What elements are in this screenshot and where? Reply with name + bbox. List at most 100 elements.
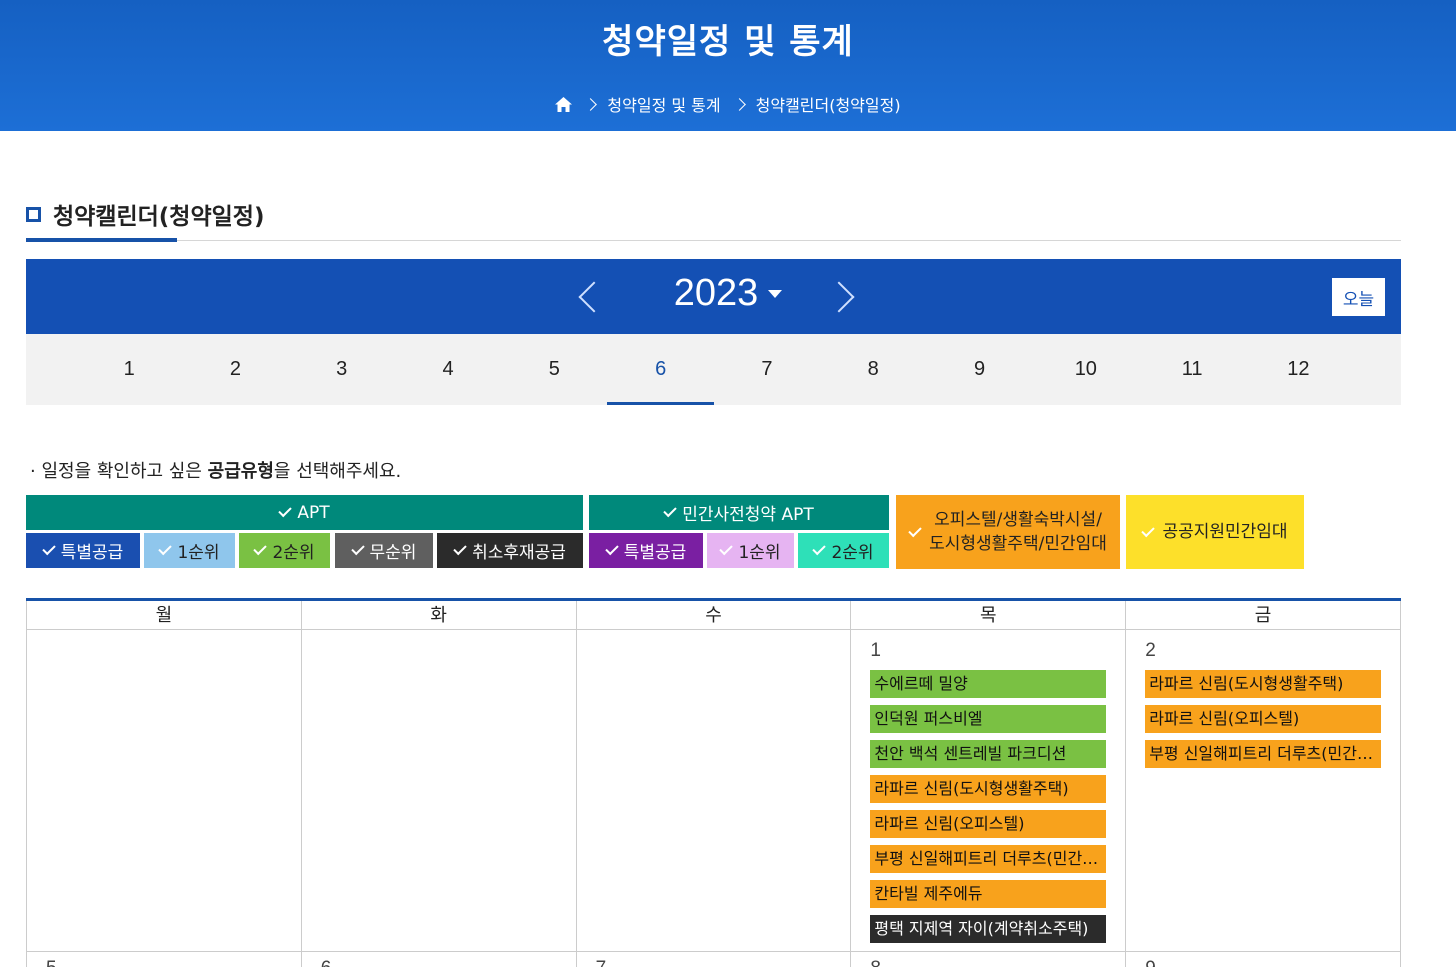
notice-text: · 일정을 확인하고 싶은 (30, 461, 208, 482)
event-item[interactable]: 라파르 신림(오피스텔) (1145, 705, 1382, 733)
filter-apt-cancel[interactable]: 취소후재공급 (437, 533, 583, 568)
filter-private-second[interactable]: 2순위 (798, 533, 889, 568)
check-icon (908, 523, 922, 537)
event-item[interactable]: 수에르떼 밀양 (870, 670, 1107, 698)
tab-month-8[interactable]: 8 (820, 334, 926, 405)
check-icon (42, 541, 56, 556)
day-number: 2 (1145, 640, 1156, 661)
caret-down-icon[interactable] (768, 290, 782, 298)
today-button[interactable]: 오늘 (1332, 278, 1385, 316)
tab-month-9[interactable]: 9 (926, 334, 1032, 405)
filter-private-special[interactable]: 특별공급 (589, 533, 703, 568)
filter-officetel[interactable]: 오피스텔/생활숙박시설/도시형생활주택/민간임대 (896, 495, 1120, 569)
filter-label: 2순위 (272, 543, 315, 563)
filter-label: 민간사전청약 APT (682, 505, 814, 525)
filter-private-all[interactable]: 민간사전청약 APT (589, 495, 889, 530)
weekday-fri: 금 (1125, 601, 1401, 629)
day-number: 7 (596, 958, 607, 967)
tab-month-6[interactable]: 6 (607, 334, 715, 405)
year-navigation: 2023 오늘 (26, 259, 1401, 334)
check-icon (812, 541, 827, 556)
weekday-header: 월 화 수 목 금 (26, 601, 1401, 630)
page-title: 청약일정 및 통계 (602, 22, 854, 62)
filter-label: 공공지원민간임대 (1162, 522, 1288, 542)
tab-month-4[interactable]: 4 (395, 334, 501, 405)
filter-public-rental[interactable]: 공공지원민간임대 (1126, 495, 1304, 569)
day-number: 8 (870, 958, 881, 967)
calendar-day: 8 (850, 952, 1125, 967)
notice-bold: 공급유형 (207, 461, 274, 482)
tab-month-5[interactable]: 5 (501, 334, 607, 405)
filter-apt-second[interactable]: 2순위 (239, 533, 330, 568)
event-item[interactable]: 부평 신일해피트리 더루츠(민간임대) (870, 845, 1107, 873)
breadcrumb-item[interactable]: 청약캘린더(청약일정) (756, 92, 901, 116)
chevron-left-icon[interactable] (578, 281, 610, 313)
weekday-tue: 화 (300, 601, 576, 629)
breadcrumb-item[interactable]: 청약일정 및 통계 (607, 92, 720, 116)
calendar-day: 6 (300, 952, 576, 967)
filter-label: 무순위 (369, 543, 417, 563)
filter-apt-none[interactable]: 무순위 (335, 533, 433, 568)
filter-apt-all[interactable]: APT (26, 495, 583, 530)
tab-month-1[interactable]: 1 (76, 334, 182, 405)
filter-label: 2순위 (831, 543, 874, 563)
event-list: 라파르 신림(도시형생활주택) 라파르 신림(오피스텔) 부평 신일해피트리 더… (1145, 670, 1382, 775)
filter-label-line1: 오피스텔/생활숙박시설/ (934, 510, 1102, 530)
calendar-week: 5 6 7 8 9 (26, 952, 1401, 967)
weekday-wed: 수 (575, 601, 851, 629)
event-item[interactable]: 라파르 신림(오피스텔) (870, 810, 1107, 838)
chevron-right-icon (732, 97, 746, 111)
check-icon (719, 541, 734, 556)
calendar-day: 1 수에르떼 밀양 인덕원 퍼스비엘 천안 백석 센트레빌 파크디션 라파르 신… (850, 630, 1125, 951)
filter-apt-special[interactable]: 특별공급 (26, 533, 140, 568)
event-item[interactable]: 칸타빌 제주에듀 (870, 880, 1107, 908)
tab-month-7[interactable]: 7 (714, 334, 820, 405)
section-heading: 청약캘린더(청약일정) (26, 197, 264, 231)
filter-apt-first[interactable]: 1순위 (144, 533, 235, 568)
tab-month-10[interactable]: 10 (1033, 334, 1139, 405)
weekday-mon: 월 (26, 601, 301, 629)
tab-month-3[interactable]: 3 (289, 334, 395, 405)
year-select[interactable]: 2023 (646, 272, 786, 315)
calendar-day: 5 (26, 952, 301, 967)
check-icon (350, 541, 365, 556)
filter-instruction: · 일정을 확인하고 싶은 공급유형을 선택해주세요. (30, 457, 401, 483)
tab-month-12[interactable]: 12 (1245, 334, 1351, 405)
divider-accent (26, 238, 177, 242)
home-icon[interactable] (555, 96, 573, 112)
filter-label-line2: 도시형생활주택/민간임대 (929, 534, 1107, 554)
check-icon (278, 503, 293, 518)
chevron-right-icon[interactable] (823, 281, 855, 313)
filter-label: 특별공급 (623, 543, 687, 563)
calendar-week: 1 수에르떼 밀양 인덕원 퍼스비엘 천안 백석 센트레빌 파크디션 라파르 신… (26, 630, 1401, 952)
event-item[interactable]: 라파르 신림(도시형생활주택) (1145, 670, 1382, 698)
calendar-day (300, 630, 576, 951)
event-item[interactable]: 천안 백석 센트레빌 파크디션 (870, 740, 1107, 768)
day-number: 6 (321, 958, 332, 967)
check-icon (1141, 523, 1156, 537)
day-number: 9 (1145, 958, 1156, 967)
check-icon (605, 541, 619, 556)
calendar-day (575, 630, 851, 951)
event-item[interactable]: 라파르 신림(도시형생활주택) (870, 775, 1107, 803)
event-item[interactable]: 인덕원 퍼스비엘 (870, 705, 1107, 733)
event-item[interactable]: 부평 신일해피트리 더루츠(민간임대) (1145, 740, 1382, 768)
month-tabs: 1 2 3 4 5 6 7 8 9 10 11 12 (26, 334, 1401, 405)
check-icon (453, 541, 467, 556)
filter-private-first[interactable]: 1순위 (707, 533, 794, 568)
check-icon (253, 541, 268, 556)
tab-month-2[interactable]: 2 (182, 334, 288, 405)
filter-label: 특별공급 (60, 543, 124, 563)
calendar-day: 7 (575, 952, 851, 967)
chevron-right-icon (584, 97, 598, 111)
event-item[interactable]: 평택 지제역 자이(계약취소주택) (870, 915, 1107, 943)
tab-month-11[interactable]: 11 (1139, 334, 1245, 405)
filter-label: APT (297, 502, 330, 523)
calendar-grid: 월 화 수 목 금 1 수에르떼 밀양 인덕원 퍼스비엘 천안 백석 센트레빌 … (26, 598, 1401, 967)
square-bullet-icon (26, 206, 41, 222)
event-list: 수에르떼 밀양 인덕원 퍼스비엘 천안 백석 센트레빌 파크디션 라파르 신림(… (870, 670, 1107, 950)
breadcrumb: 청약일정 및 통계 청약캘린더(청약일정) (0, 92, 1456, 116)
filter-label: 1순위 (177, 543, 220, 563)
weekday-thu: 목 (850, 601, 1125, 629)
filter-label: 1순위 (738, 543, 781, 563)
